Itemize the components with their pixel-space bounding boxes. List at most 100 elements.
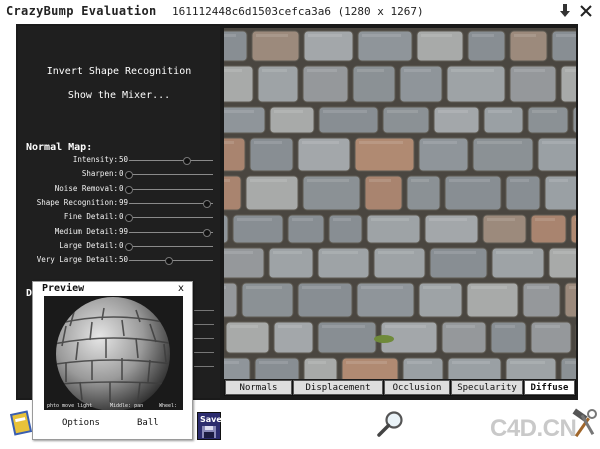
slider-knob[interactable] xyxy=(125,171,133,180)
hidden-slider-track xyxy=(194,338,214,339)
slider-label: Medium Detail: xyxy=(54,226,118,236)
cobblestone-highlight xyxy=(488,110,512,113)
cobblestone-highlight xyxy=(224,69,242,72)
cobblestone-highlight xyxy=(322,325,365,328)
app-logo-icon[interactable] xyxy=(9,406,34,438)
cobblestone-highlight xyxy=(477,141,522,144)
slider-track[interactable] xyxy=(129,202,213,204)
slider-track[interactable] xyxy=(129,160,213,161)
cobblestone-highlight xyxy=(385,325,426,328)
cobblestone-highlight xyxy=(452,361,490,364)
normal-map-heading: Normal Map: xyxy=(26,142,93,153)
magnifier-icon[interactable] xyxy=(375,409,405,439)
slider-value: 50 xyxy=(119,155,129,164)
cobblestone-highlight xyxy=(302,141,339,144)
cobblestone-highlight xyxy=(449,179,490,182)
cobblestone-highlight xyxy=(387,110,418,113)
cobblestone-highlight xyxy=(224,286,226,289)
slider-knob[interactable] xyxy=(125,214,133,223)
slider-row: Fine Detail: 0 xyxy=(18,211,220,223)
hidden-slider-track xyxy=(194,352,214,353)
cobblestone-highlight xyxy=(224,361,239,364)
preview-options-button[interactable]: Options xyxy=(62,418,100,428)
cobblestone-highlight xyxy=(532,110,557,113)
cobblestone-highlight xyxy=(333,218,351,221)
texture-viewport[interactable] xyxy=(224,28,576,379)
preview-close-button[interactable]: x xyxy=(178,283,184,294)
download-arrow-icon[interactable] xyxy=(557,3,573,19)
slider-knob[interactable] xyxy=(202,199,211,208)
cobblestone-highlight xyxy=(495,325,515,328)
cobblestone-highlight xyxy=(535,218,555,221)
slider-row: Shape Recognition: 99 xyxy=(18,197,220,209)
close-icon[interactable] xyxy=(578,3,594,19)
slider-row: Medium Detail: 99 xyxy=(18,226,220,238)
slider-label: Very Large Detail: xyxy=(36,255,118,265)
slider-label: Shape Recognition: xyxy=(36,197,118,207)
cobblestone-highlight xyxy=(307,179,349,182)
invert-shape-recognition-button[interactable]: Invert Shape Recognition xyxy=(18,66,220,77)
slider-track[interactable] xyxy=(129,245,213,247)
tab-specularity[interactable]: Specularity xyxy=(451,380,523,395)
preview-ball-button[interactable]: Ball xyxy=(137,418,159,428)
cobblestone-highlight xyxy=(308,361,326,364)
cobblestone-highlight xyxy=(254,141,282,144)
slider-value: 0 xyxy=(119,240,124,250)
cobblestone-highlight xyxy=(569,286,576,289)
slider-knob[interactable] xyxy=(165,257,173,266)
cobblestone-highlight xyxy=(246,286,282,289)
cobblestone-highlight xyxy=(273,251,302,254)
slider-value: 99 xyxy=(119,226,129,236)
slider-label: Large Detail: xyxy=(59,240,118,250)
cobblestone-highlight xyxy=(423,286,451,289)
cobblestone-highlight xyxy=(302,286,341,289)
cobblestone-highlight xyxy=(446,325,475,328)
tab-occlusion[interactable]: Occlusion xyxy=(384,380,450,395)
cobblestone-highlight xyxy=(259,361,288,364)
slider-track[interactable] xyxy=(129,231,213,233)
cobblestone-highlight xyxy=(565,69,576,72)
cobblestone-highlight xyxy=(514,34,536,37)
cobblestone-highlight xyxy=(549,179,568,182)
slider-row: Very Large Detail: 50 xyxy=(18,254,220,266)
cobblestone-highlight xyxy=(361,286,403,289)
slider-track[interactable] xyxy=(129,174,213,176)
slider-track[interactable] xyxy=(129,188,213,190)
cobblestone-highlight xyxy=(451,69,494,72)
slider-label: Intensity: xyxy=(72,155,118,164)
cobblestone-highlight xyxy=(553,251,576,254)
cobblestone-highlight xyxy=(308,34,342,37)
cobblestone-highlight xyxy=(565,361,576,364)
slider-knob[interactable] xyxy=(125,185,133,194)
cobblestone-highlight xyxy=(371,218,409,221)
show-mixer-button[interactable]: Show the Mixer... xyxy=(18,90,220,101)
cobblestone-highlight xyxy=(307,69,337,72)
preview-viewport[interactable]: phto move light Middle: pan Wheel: xyxy=(44,296,183,410)
cobblestone-highlight xyxy=(378,251,414,254)
cobblestone-highlight xyxy=(407,361,432,364)
hidden-slider-track xyxy=(194,310,214,311)
cobblestone-highlight xyxy=(514,69,545,72)
hidden-slider-track xyxy=(194,324,214,325)
tab-diffuse[interactable]: Diffuse xyxy=(524,380,575,395)
save-button[interactable]: Save xyxy=(197,412,222,440)
slider-knob[interactable] xyxy=(182,157,191,165)
slider-track[interactable] xyxy=(129,217,213,219)
cobblestone-highlight xyxy=(429,218,467,221)
moss-patch xyxy=(374,335,394,343)
slider-label: Noise Removal: xyxy=(54,183,118,193)
cobblestone-highlight xyxy=(224,251,253,254)
cobblestone-highlight xyxy=(527,286,549,289)
tab-normals[interactable]: Normals xyxy=(225,380,292,395)
preview-window[interactable]: Preview x phto move light Middle: pan Wh… xyxy=(32,281,193,440)
slider-knob[interactable] xyxy=(202,228,211,237)
hammer-wrench-icon[interactable] xyxy=(570,408,598,440)
slider-value: 0 xyxy=(119,169,124,179)
slider-row: Large Detail: 0 xyxy=(18,240,220,252)
cobblestone-highlight xyxy=(471,286,507,289)
slider-knob[interactable] xyxy=(125,242,133,251)
slider-value: 0 xyxy=(119,183,124,193)
tab-displacement[interactable]: Displacement xyxy=(293,380,383,395)
slider-label: Fine Detail: xyxy=(63,212,118,222)
slider-row: Noise Removal: 0 xyxy=(18,183,220,195)
